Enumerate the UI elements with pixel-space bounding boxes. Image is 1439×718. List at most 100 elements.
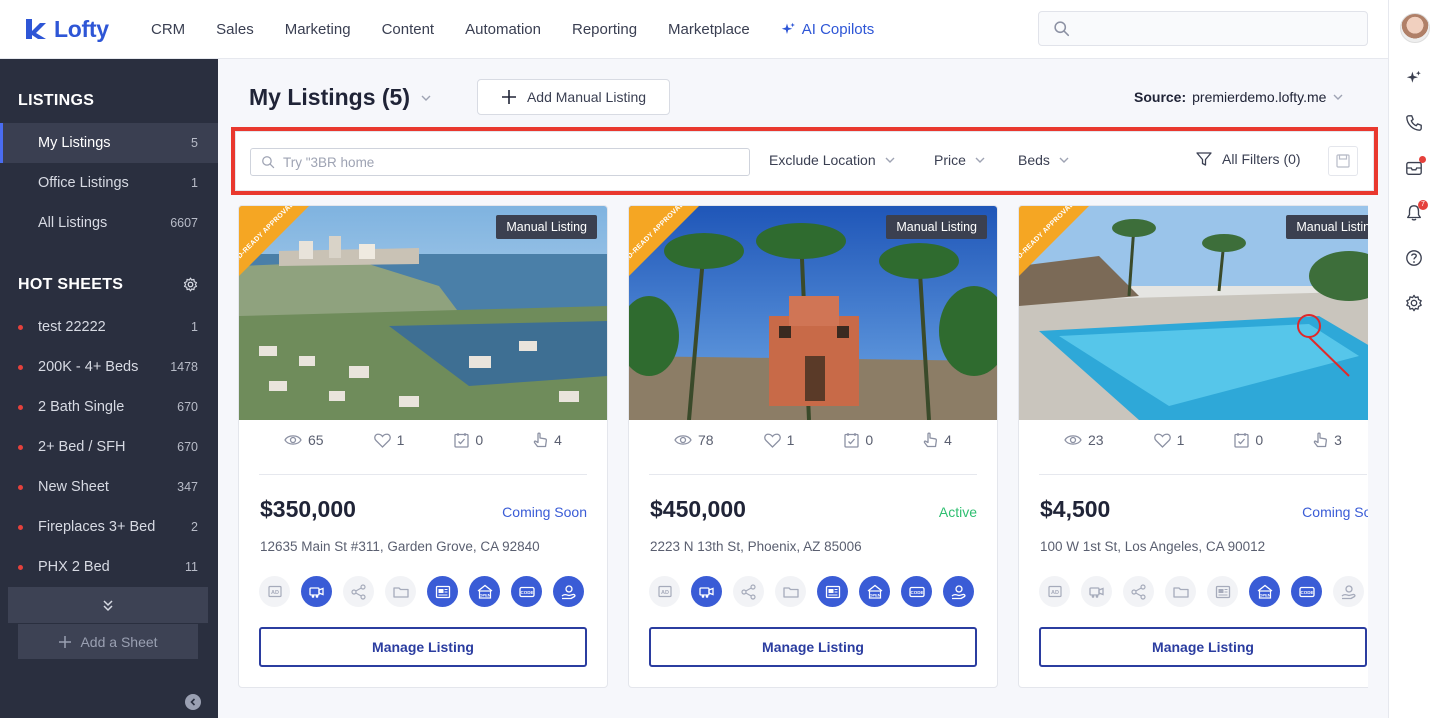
bell-icon[interactable]: 7	[1404, 200, 1428, 223]
listing-search-input[interactable]	[283, 154, 723, 170]
sidebar-item-all-listings[interactable]: All Listings 6607	[0, 203, 218, 243]
page-title-text: My Listings (5)	[249, 84, 411, 110]
global-search-input[interactable]	[1038, 11, 1368, 46]
phone-icon[interactable]	[1404, 113, 1424, 133]
agent-hand-tool-button[interactable]	[553, 576, 584, 607]
all-filters-button[interactable]: All Filters (0)	[1196, 151, 1301, 167]
logo[interactable]: Lofty	[24, 16, 151, 43]
folder-tool-button[interactable]	[1165, 576, 1196, 607]
stat-views-count: 23	[1088, 432, 1104, 448]
listing-price: $450,000	[650, 496, 746, 522]
listing-price: $350,000	[260, 496, 356, 522]
flyer-tool-button[interactable]	[427, 576, 458, 607]
open-house-tool-button[interactable]: OPEN	[469, 576, 500, 607]
manage-listing-button[interactable]: Manage Listing	[649, 627, 977, 667]
ai-sparkle-icon[interactable]	[1404, 68, 1424, 88]
open-house-tool-button[interactable]: OPEN	[1249, 576, 1280, 607]
flyer-tool-button[interactable]	[1207, 576, 1238, 607]
open-house-tool-button[interactable]: OPEN	[859, 576, 890, 607]
ad-tool-button[interactable]: AD	[649, 576, 680, 607]
hot-sheet-item[interactable]: Fireplaces 3+ Bed 2	[0, 507, 218, 547]
agent-hand-tool-button[interactable]	[943, 576, 974, 607]
listing-search-field[interactable]	[250, 148, 750, 176]
hot-sheet-label: PHX 2 Bed	[38, 559, 110, 575]
nav-item-marketplace[interactable]: Marketplace	[668, 21, 750, 38]
nav-item-reporting[interactable]: Reporting	[572, 21, 637, 38]
nav-item-content[interactable]: Content	[382, 21, 435, 38]
chevron-left-icon	[190, 698, 196, 706]
hot-sheet-item[interactable]: PHX 2 Bed 11	[0, 547, 218, 587]
folder-icon	[782, 586, 799, 598]
listing-photo[interactable]: AD-READY APPROVAL Manual Listing	[629, 206, 997, 420]
nav-item-marketing[interactable]: Marketing	[285, 21, 351, 38]
add-manual-listing-button[interactable]: Add Manual Listing	[477, 79, 670, 115]
help-icon[interactable]	[1404, 248, 1424, 268]
beds-label: Beds	[1018, 152, 1050, 168]
code-tool-button[interactable]: CODE	[901, 576, 932, 607]
share-nodes-tool-button[interactable]	[733, 576, 764, 607]
expand-sheets-button[interactable]	[8, 587, 208, 623]
nav-item-ai-copilots[interactable]: AI Copilots	[781, 21, 874, 38]
inbox-icon[interactable]	[1404, 156, 1426, 178]
ad-ready-ribbon: AD-READY APPROVAL	[629, 206, 699, 276]
save-search-button[interactable]	[1328, 146, 1358, 176]
avatar[interactable]	[1400, 13, 1430, 43]
flyer-tool-button[interactable]	[817, 576, 848, 607]
manage-listing-button[interactable]: Manage Listing	[1039, 627, 1367, 667]
beds-dropdown[interactable]: Beds	[1018, 152, 1070, 168]
settings-gear-icon[interactable]	[1404, 293, 1424, 313]
ad-tool-button[interactable]: AD	[1039, 576, 1070, 607]
nav-item-automation[interactable]: Automation	[465, 21, 541, 38]
chevron-down-icon	[1333, 94, 1343, 100]
listing-cards: AD-READY APPROVAL Manual Listing 65 1 0 4 $350…	[238, 205, 1368, 695]
nav-item-sales[interactable]: Sales	[216, 21, 254, 38]
plus-icon	[59, 635, 72, 648]
sidebar-item-office-listings[interactable]: Office Listings 1	[0, 163, 218, 203]
hot-sheet-item[interactable]: New Sheet 347	[0, 467, 218, 507]
folder-tool-button[interactable]	[385, 576, 416, 607]
notification-count-badge: 7	[1418, 200, 1428, 210]
hot-sheet-dot	[18, 365, 23, 370]
video-truck-tool-button[interactable]	[1081, 576, 1112, 607]
nav-item-crm[interactable]: CRM	[151, 21, 185, 38]
share-nodes-tool-button[interactable]	[1123, 576, 1154, 607]
listing-card[interactable]: AD-READY APPROVAL Manual Listing 65 1 0 4 $350…	[238, 205, 608, 688]
stat-views: 23	[1064, 432, 1104, 448]
source-selector[interactable]: Source: premierdemo.lofty.me	[1134, 89, 1344, 105]
video-truck-tool-button[interactable]	[691, 576, 722, 607]
code-tool-button[interactable]: CODE	[511, 576, 542, 607]
hot-sheet-item[interactable]: 2+ Bed / SFH 670	[0, 427, 218, 467]
video-truck-icon	[308, 586, 324, 598]
ad-tool-button[interactable]: AD	[259, 576, 290, 607]
svg-text:AD: AD	[1051, 590, 1059, 596]
exclude-location-dropdown[interactable]: Exclude Location	[769, 152, 896, 168]
hot-sheet-item[interactable]: 200K - 4+ Beds 1478	[0, 347, 218, 387]
listing-card[interactable]: AD-READY APPROVAL Manual Listing 23 1 0 3 $4,5…	[1018, 205, 1368, 688]
collapse-sidebar-button[interactable]	[185, 694, 201, 710]
page-title[interactable]: My Listings (5)	[249, 84, 432, 111]
search-icon	[262, 156, 275, 169]
folder-tool-button[interactable]	[775, 576, 806, 607]
hot-sheet-item[interactable]: 2 Bath Single 670	[0, 387, 218, 427]
listing-photo[interactable]: AD-READY APPROVAL Manual Listing	[1019, 206, 1368, 420]
price-dropdown[interactable]: Price	[934, 152, 986, 168]
add-sheet-button[interactable]: Add a Sheet	[18, 623, 198, 659]
agent-hand-tool-button[interactable]	[1333, 576, 1364, 607]
eye-icon	[674, 435, 692, 445]
sidebar-item-my-listings[interactable]: My Listings 5	[0, 123, 218, 163]
video-truck-tool-button[interactable]	[301, 576, 332, 607]
listing-photo[interactable]: AD-READY APPROVAL Manual Listing	[239, 206, 607, 420]
sidebar-item-count: 5	[191, 136, 198, 150]
listing-card[interactable]: AD-READY APPROVAL Manual Listing 78 1 0 4 $450…	[628, 205, 998, 688]
code-tool-button[interactable]: CODE	[1291, 576, 1322, 607]
hot-sheets-gear-icon[interactable]	[183, 277, 198, 297]
hot-sheet-item[interactable]: test 22222 1	[0, 307, 218, 347]
agent-hand-icon	[951, 584, 966, 599]
all-filters-label: All Filters (0)	[1222, 151, 1301, 167]
stat-saves-count: 0	[865, 432, 874, 448]
code-icon: CODE	[518, 586, 535, 597]
manage-listing-button[interactable]: Manage Listing	[259, 627, 587, 667]
share-nodes-tool-button[interactable]	[343, 576, 374, 607]
ad-icon: AD	[657, 585, 672, 597]
stat-saves-count: 0	[475, 432, 484, 448]
